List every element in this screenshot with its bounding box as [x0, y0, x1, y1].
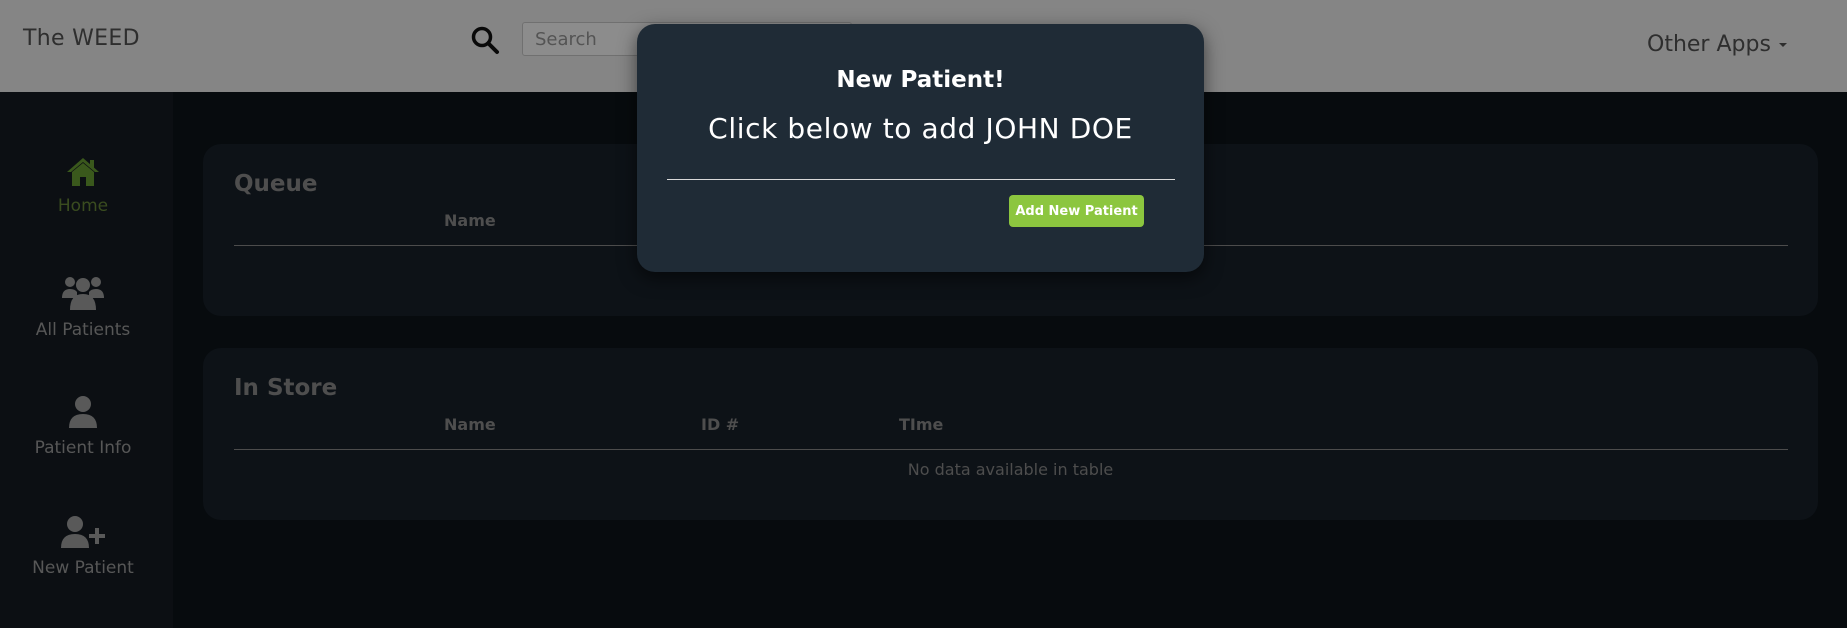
- modal-divider: [667, 179, 1175, 180]
- modal-title: New Patient!: [836, 67, 1005, 93]
- new-patient-modal: New Patient! Click below to add JOHN DOE…: [637, 24, 1204, 272]
- modal-message: Click below to add JOHN DOE: [708, 112, 1133, 145]
- add-new-patient-button[interactable]: Add New Patient: [1009, 195, 1144, 227]
